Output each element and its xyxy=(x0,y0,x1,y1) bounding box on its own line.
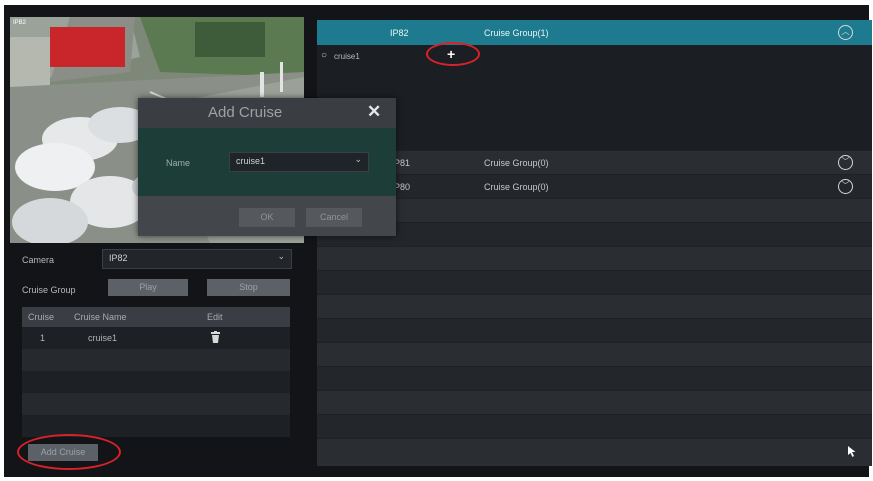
name-select-value: cruise1 xyxy=(236,156,266,166)
play-button[interactable]: Play xyxy=(108,279,188,296)
add-cruise-dialog: Add Cruise ✕ Name cruise1 ⌄ OK Cancel xyxy=(138,98,396,236)
cruise-table: Cruise Cruise Name Edit 1 cruise1 xyxy=(22,307,290,437)
cruise-item-label[interactable]: cruise1 xyxy=(334,52,360,61)
cursor-icon xyxy=(848,446,856,457)
group-channel: P80 xyxy=(394,182,411,192)
group-row-expanded[interactable]: IP82 Cruise Group(1) ︿ xyxy=(317,20,872,45)
group-channel: P81 xyxy=(394,158,411,168)
empty-row xyxy=(317,271,872,294)
empty-row xyxy=(317,319,872,342)
table-header: Cruise Cruise Name Edit xyxy=(22,307,290,327)
highlight-ring xyxy=(17,434,121,470)
chevron-down-icon[interactable]: ﹀ xyxy=(838,155,853,170)
dialog-title: Add Cruise xyxy=(208,104,283,121)
highlight-ring xyxy=(426,42,480,66)
empty-row xyxy=(317,391,872,414)
empty-row xyxy=(317,367,872,390)
header-cruise: Cruise xyxy=(28,312,55,322)
row-cruise-number: 1 xyxy=(40,333,46,343)
stop-button[interactable]: Stop xyxy=(207,279,290,296)
group-name: Cruise Group(0) xyxy=(484,158,549,168)
empty-row xyxy=(317,343,872,366)
empty-row xyxy=(317,439,872,466)
chevron-down-icon: ⌄ xyxy=(354,154,362,164)
ok-button[interactable]: OK xyxy=(239,208,295,227)
cruise-group-list: IP82 Cruise Group(1) ︿ ○ cruise1 + P81 C… xyxy=(317,20,872,466)
header-edit: Edit xyxy=(207,312,223,322)
camera-label: Camera xyxy=(22,255,55,265)
group-channel: IP82 xyxy=(390,28,409,38)
table-row[interactable]: 1 cruise1 xyxy=(22,327,290,349)
empty-row xyxy=(317,295,872,318)
group-name: Cruise Group(1) xyxy=(484,28,549,38)
table-row-empty xyxy=(22,371,290,393)
preview-corner-label: IPB2 xyxy=(13,20,27,26)
chevron-up-icon[interactable]: ︿ xyxy=(838,25,853,40)
dialog-footer: OK Cancel xyxy=(138,196,396,236)
camera-select[interactable]: IP82 ⌄ xyxy=(102,249,292,269)
table-row-empty xyxy=(22,349,290,371)
dialog-titlebar: Add Cruise ✕ xyxy=(138,98,396,128)
empty-row xyxy=(317,415,872,438)
dialog-body: Name cruise1 ⌄ xyxy=(138,128,396,196)
close-icon[interactable]: ✕ xyxy=(367,102,381,122)
trash-icon[interactable] xyxy=(210,331,221,345)
empty-row xyxy=(317,247,872,270)
row-cruise-name: cruise1 xyxy=(88,333,118,343)
chevron-down-icon: ⌄ xyxy=(277,251,285,261)
camera-select-value: IP82 xyxy=(109,253,128,263)
table-row-empty xyxy=(22,393,290,415)
chevron-down-icon[interactable]: ﹀ xyxy=(838,179,853,194)
expanded-cruise-area: ○ cruise1 + xyxy=(317,42,872,150)
group-row[interactable]: P81 Cruise Group(0) ﹀ xyxy=(317,151,872,174)
empty-row xyxy=(317,223,872,246)
name-label: Name xyxy=(166,158,191,168)
empty-row xyxy=(317,199,872,222)
group-row[interactable]: P80 Cruise Group(0) ﹀ xyxy=(317,175,872,198)
header-cruise-name: Cruise Name xyxy=(74,312,127,322)
name-select[interactable]: cruise1 ⌄ xyxy=(229,152,369,172)
app-window: IPB2 Camera IP82 ⌄ Cruise Group Play Sto… xyxy=(4,5,872,477)
group-name: Cruise Group(0) xyxy=(484,182,549,192)
cancel-button[interactable]: Cancel xyxy=(306,208,362,227)
cruise-group-label: Cruise Group xyxy=(22,285,76,295)
refresh-icon[interactable]: ○ xyxy=(321,50,327,61)
